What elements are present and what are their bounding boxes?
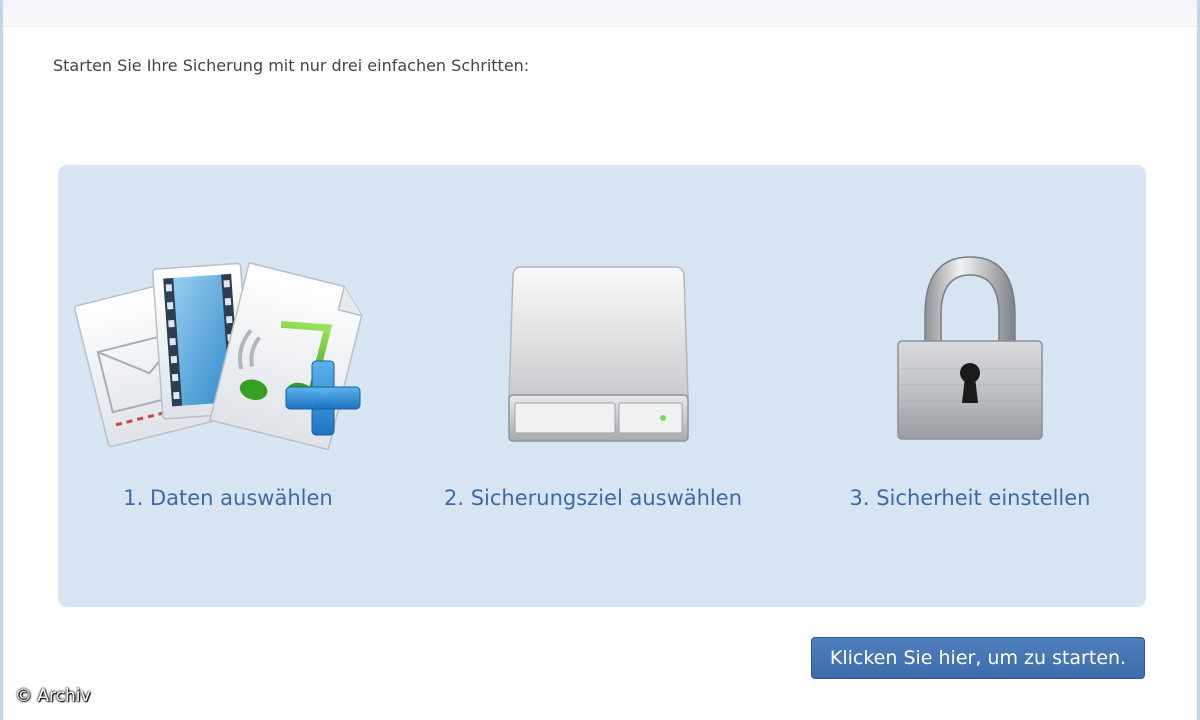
watermark-text: © Archiv bbox=[15, 686, 91, 706]
step-select-target[interactable]: 2. Sicherungsziel auswählen bbox=[423, 165, 763, 607]
intro-text: Starten Sie Ihre Sicherung mit nur drei … bbox=[53, 56, 530, 75]
hard-drive-icon bbox=[508, 266, 689, 442]
padlock-icon bbox=[897, 256, 1043, 440]
files-add-icon bbox=[73, 261, 363, 451]
steps-panel: 1. Daten auswählen 2. Sicherungsziel aus… bbox=[58, 165, 1146, 607]
title-bar bbox=[3, 0, 1197, 27]
step-security[interactable]: 3. Sicherheit einstellen bbox=[800, 165, 1140, 607]
step-label[interactable]: 3. Sicherheit einstellen bbox=[800, 486, 1140, 510]
step-select-data[interactable]: 1. Daten auswählen bbox=[58, 165, 398, 607]
backup-window: Starten Sie Ihre Sicherung mit nur drei … bbox=[0, 0, 1200, 720]
start-button[interactable]: Klicken Sie hier, um zu starten. bbox=[811, 637, 1145, 679]
step-label[interactable]: 1. Daten auswählen bbox=[58, 486, 398, 510]
step-label[interactable]: 2. Sicherungsziel auswählen bbox=[423, 486, 763, 510]
